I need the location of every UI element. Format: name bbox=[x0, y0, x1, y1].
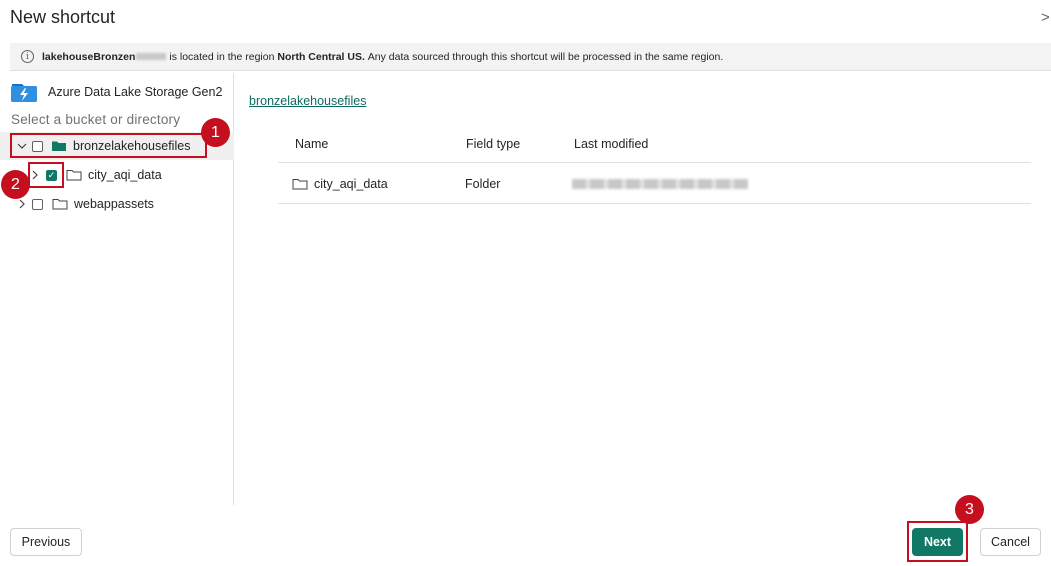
region-info-bar: i lakehouseBronzen is located in the reg… bbox=[10, 43, 1051, 71]
table-row[interactable]: city_aqi_data Folder bbox=[278, 164, 1031, 204]
source-label: Azure Data Lake Storage Gen2 bbox=[48, 85, 223, 99]
region-name: North Central US. bbox=[277, 50, 365, 63]
annotation-badge-2: 2 bbox=[1, 170, 30, 199]
annotation-badge-1: 1 bbox=[201, 118, 230, 147]
breadcrumb[interactable]: bronzelakehousefiles bbox=[249, 94, 366, 108]
annotation-badge-3: 3 bbox=[955, 495, 984, 524]
folder-icon bbox=[292, 178, 308, 190]
dialog-title: New shortcut bbox=[10, 7, 116, 27]
info-text-middle: is located in the region bbox=[169, 50, 275, 63]
table-header: Name Field type Last modified bbox=[278, 125, 1031, 163]
tree-item-label: webappassets bbox=[74, 197, 154, 211]
info-icon: i bbox=[21, 50, 34, 63]
folder-icon bbox=[66, 169, 82, 181]
annotation-highlight-2 bbox=[28, 162, 64, 188]
source-header: Azure Data Lake Storage Gen2 bbox=[10, 81, 222, 103]
cancel-button[interactable]: Cancel bbox=[980, 528, 1041, 556]
row-last-modified bbox=[572, 164, 748, 203]
redacted-date bbox=[572, 178, 748, 189]
folder-icon bbox=[52, 198, 68, 210]
next-button[interactable]: Next bbox=[912, 528, 963, 556]
column-header-name[interactable]: Name bbox=[295, 125, 328, 162]
azure-data-lake-icon bbox=[10, 81, 38, 103]
tree-item-webappassets[interactable]: webappassets bbox=[0, 190, 234, 218]
lakehouse-name: lakehouseBronzen bbox=[42, 50, 136, 63]
tree-heading: Select a bucket or directory bbox=[11, 112, 181, 127]
tree-item-label: city_aqi_data bbox=[88, 168, 162, 182]
tree-checkbox[interactable] bbox=[32, 198, 43, 210]
annotation-highlight-1 bbox=[10, 133, 207, 158]
column-header-last-modified[interactable]: Last modified bbox=[574, 125, 648, 162]
chevron-right-icon[interactable] bbox=[16, 198, 28, 210]
redacted-text bbox=[136, 53, 167, 60]
close-icon[interactable]: > bbox=[1041, 10, 1051, 26]
previous-button[interactable]: Previous bbox=[10, 528, 82, 556]
row-name: city_aqi_data bbox=[314, 176, 388, 191]
row-type: Folder bbox=[465, 176, 501, 191]
info-text-end: Any data sourced through this shortcut w… bbox=[367, 50, 724, 63]
row-name-cell[interactable]: city_aqi_data bbox=[292, 164, 388, 203]
column-header-field-type[interactable]: Field type bbox=[466, 125, 520, 162]
